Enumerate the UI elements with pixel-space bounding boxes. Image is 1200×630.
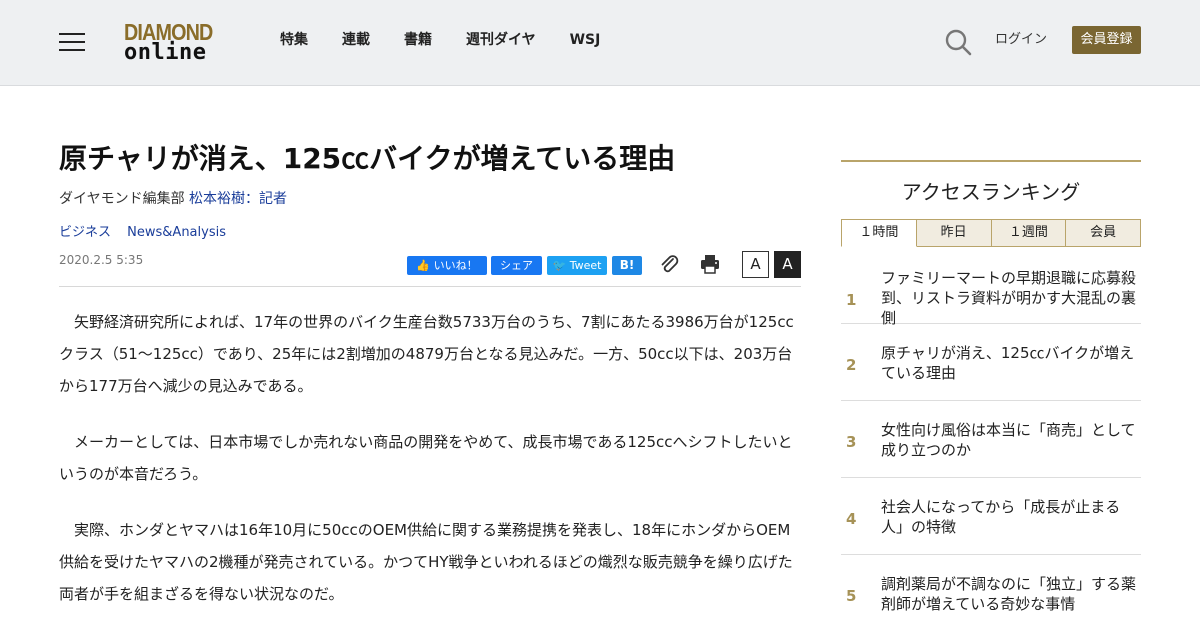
- tab-1hour[interactable]: １時間: [841, 219, 917, 247]
- article-date: 2020.2.5 5:35: [59, 253, 144, 267]
- tab-1week[interactable]: １週間: [991, 219, 1067, 247]
- site-header: DIAMOND online 特集 連載 書籍 週刊ダイヤ WSJ ログイン 会…: [0, 0, 1200, 86]
- print-icon[interactable]: [699, 253, 721, 275]
- tweet-button[interactable]: 🐦 Tweet: [547, 256, 607, 275]
- rank-headline[interactable]: 女性向け風俗は本当に「商売」として成り立つのか: [881, 420, 1139, 460]
- login-link[interactable]: ログイン: [995, 31, 1047, 49]
- tag-business[interactable]: ビジネス: [59, 225, 111, 240]
- paragraph: メーカーとしては、日本市場でしか売れない商品の開発をやめて、成長市場である125…: [59, 433, 793, 483]
- thumbs-up-icon: 👍: [416, 259, 434, 272]
- access-ranking: アクセスランキング １時間 昨日 １週間 会員 1 ファミリーマートの早期退職に…: [841, 160, 1141, 613]
- paragraph: 矢野経済研究所によれば、17年の世界のバイク生産台数5733万台のうち、7割にあ…: [59, 313, 794, 395]
- facebook-like-button[interactable]: 👍 いいね！: [407, 256, 487, 275]
- article-divider: [59, 286, 801, 287]
- ranking-tabs: １時間 昨日 １週間 会員: [841, 219, 1141, 247]
- font-size-large-button[interactable]: A: [774, 251, 801, 278]
- rank-number: 5: [846, 587, 857, 605]
- register-button[interactable]: 会員登録: [1072, 26, 1141, 54]
- rank-headline[interactable]: ファミリーマートの早期退職に応募殺到、リストラ資料が明かす大混乱の裏側: [881, 268, 1139, 328]
- author-prefix: ダイヤモンド編集部: [59, 191, 185, 207]
- rank-headline[interactable]: 社会人になってから「成長が止まる人」の特徴: [881, 497, 1139, 537]
- list-item[interactable]: 2 原チャリが消え、125㏄バイクが増えている理由: [841, 324, 1141, 401]
- author-link[interactable]: 松本裕樹：記者: [189, 191, 287, 207]
- list-item[interactable]: 1 ファミリーマートの早期退職に応募殺到、リストラ資料が明かす大混乱の裏側: [841, 247, 1141, 327]
- paperclip-icon[interactable]: [659, 254, 681, 276]
- site-logo[interactable]: DIAMOND online: [124, 20, 228, 66]
- font-size-small-button[interactable]: A: [742, 251, 769, 278]
- main-nav: 特集 連載 書籍 週刊ダイヤ WSJ: [280, 30, 634, 50]
- rank-headline[interactable]: 調剤薬局が不調なのに「独立」する薬剤師が増えている奇妙な事情: [881, 574, 1139, 614]
- menu-icon[interactable]: [59, 31, 85, 53]
- article-title: 原チャリが消え、125㏄バイクが増えている理由: [59, 142, 676, 175]
- list-item[interactable]: 4 社会人になってから「成長が止まる人」の特徴: [841, 478, 1141, 555]
- rank-number: 2: [846, 356, 857, 374]
- ranking-list: 1 ファミリーマートの早期退職に応募殺到、リストラ資料が明かす大混乱の裏側 2 …: [841, 247, 1141, 630]
- tab-members[interactable]: 会員: [1066, 219, 1141, 247]
- rank-headline[interactable]: 原チャリが消え、125㏄バイクが増えている理由: [881, 343, 1139, 383]
- nav-item-feature[interactable]: 特集: [280, 30, 308, 50]
- tag-news-analysis[interactable]: News&Analysis: [127, 225, 226, 240]
- tab-yesterday[interactable]: 昨日: [916, 219, 992, 247]
- nav-item-books[interactable]: 書籍: [404, 30, 432, 50]
- list-item[interactable]: 5 調剤薬局が不調なのに「独立」する薬剤師が増えている奇妙な事情: [841, 555, 1141, 630]
- article-body: 矢野経済研究所によれば、17年の世界のバイク生産台数5733万台のうち、7割にあ…: [59, 306, 801, 630]
- nav-item-wsj[interactable]: WSJ: [570, 30, 601, 50]
- article-tags: ビジネス News&Analysis: [59, 224, 238, 242]
- rank-number: 4: [846, 510, 857, 528]
- logo-bottom: online: [124, 40, 207, 65]
- article-author: ダイヤモンド編集部 松本裕樹：記者: [59, 189, 287, 209]
- hatena-bookmark-button[interactable]: B!: [612, 256, 642, 275]
- nav-item-series[interactable]: 連載: [342, 30, 370, 50]
- search-icon[interactable]: [944, 28, 972, 56]
- paragraph: 実際、ホンダとヤマハは16年10月に50ccのOEM供給に関する業務提携を発表し…: [59, 521, 793, 603]
- rank-number: 1: [846, 291, 857, 309]
- bird-icon: 🐦: [552, 259, 570, 272]
- facebook-share-button[interactable]: シェア: [491, 256, 542, 275]
- rank-number: 3: [846, 433, 857, 451]
- ranking-title: アクセスランキング: [901, 180, 1081, 204]
- list-item[interactable]: 3 女性向け風俗は本当に「商売」として成り立つのか: [841, 401, 1141, 478]
- nav-item-weekly[interactable]: 週刊ダイヤ: [466, 30, 536, 50]
